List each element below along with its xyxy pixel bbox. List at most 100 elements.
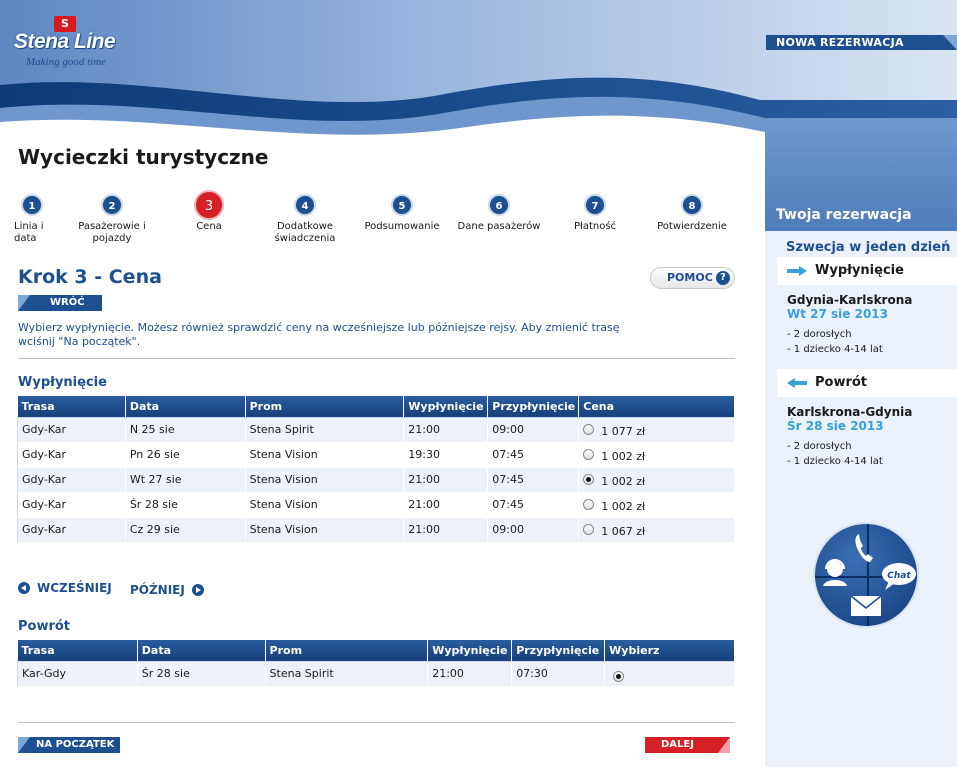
sidebar-return-route: Karlskrona-Gdynia [787,405,913,419]
return-table: Trasa Data Prom Wypłynięcie Przypłynięci… [17,640,735,687]
price-value: 1 002 zł [601,500,646,514]
route-cell: Gdy-Kar [17,517,126,543]
step-label: Linia i data [14,221,44,244]
price-radio[interactable] [583,499,595,511]
price-value: 1 002 zł [601,450,646,464]
table-row[interactable]: Gdy-Kar Pn 26 sie Stena Vision 19:30 07:… [17,442,735,468]
step-number: 2 [101,194,123,216]
column-header: Trasa [17,640,138,661]
page-title: Wycieczki turystyczne [18,145,269,169]
contact-widget[interactable]: Chat [813,522,919,628]
date-cell: Śr 28 sie [137,661,266,687]
step-3: 3 Cena [184,190,234,233]
outbound-table: Trasa Data Prom Wypłynięcie Przypłynięci… [17,396,735,543]
step-number: 1 [21,194,43,216]
later-link[interactable]: PÓŹNIEJ [130,583,204,597]
price-value: 1 002 zł [601,475,646,489]
table-row[interactable]: Gdy-Kar Cz 29 sie Stena Vision 21:00 09:… [17,517,735,543]
logo-tagline: Making good time [26,56,107,68]
sidebar-return-label: Powrót [815,375,868,390]
sidebar-return: Powrót Karlskrona-Gdynia Śr 28 sie 2013 … [777,369,957,469]
ship-cell: Stena Vision [245,442,405,468]
sidebar-return-passengers: - 2 dorosłych - 1 dziecko 4-14 lat [777,439,957,469]
departure-cell: 21:00 [403,492,489,518]
price-radio[interactable] [583,524,595,536]
step-number: 8 [681,194,703,216]
passenger-line: - 1 dziecko 4-14 lat [787,456,883,467]
table-row[interactable]: Kar-Gdy Śr 28 sie Stena Spirit 21:00 07:… [17,661,735,687]
date-cell: Cz 29 sie [125,517,246,543]
sidebar-header: Twoja rezerwacja [765,125,957,231]
return-title: Powrót [18,619,71,634]
passenger-line: - 2 dorosłych [787,441,852,452]
ship-cell: Stena Vision [245,467,405,493]
step-7: 7 Płatność [566,190,624,233]
column-header: Cena [578,396,735,417]
step-2[interactable]: 2 Pasażerowie i pojazdy [72,190,152,245]
help-button[interactable]: POMOC ? [650,267,735,289]
earlier-link[interactable]: WCZEŚNIEJ [18,581,112,595]
arrival-cell: 07:45 [487,467,580,493]
column-header: Wypłynięcie [403,396,489,417]
sidebar-outbound-passengers: - 2 dorosłych - 1 dziecko 4-14 lat [777,327,957,357]
envelope-icon [850,595,882,616]
next-button[interactable]: DALEJ [645,737,730,753]
select-radio-selected[interactable] [613,670,625,682]
intro-text: Wybierz wypłynięcie. Możesz również spra… [18,321,620,348]
arrival-cell: 09:00 [487,417,580,443]
header-banner: S Stena Line Making good time NOWA REZER… [0,0,957,142]
wave-banner [0,0,957,142]
step-label: Płatność [573,221,617,232]
table-row[interactable]: Gdy-Kar N 25 sie Stena Spirit 21:00 09:0… [17,417,735,443]
route-cell: Gdy-Kar [17,442,126,468]
passenger-line: - 2 dorosłych [787,329,852,340]
column-header: Przypłynięcie [487,396,580,417]
step-5: 5 Podsumowanie [360,190,444,233]
table-header-row: Trasa Data Prom Wypłynięcie Przypłynięci… [17,640,735,661]
price-value: 1 077 zł [601,425,646,439]
column-header: Wypłynięcie [427,640,513,661]
step-number: 6 [488,194,510,216]
help-label: POMOC [667,271,713,284]
step-label: Pasażerowie i pojazdy [78,221,146,244]
price-cell: 1 002 zł [578,467,735,493]
sidebar-return-date: Śr 28 sie 2013 [787,419,884,433]
sidebar-outbound-route: Gdynia-Karlskrona [787,293,913,307]
start-over-button[interactable]: NA POCZĄTEK [18,737,120,753]
arrow-left-icon [787,378,807,388]
divider [18,358,735,359]
price-value: 1 067 zł [601,525,646,539]
price-cell: 1 002 zł [578,442,735,468]
reservation-sidebar: Twoja rezerwacja Szwecja w jeden dzień W… [765,125,957,767]
back-button[interactable]: WRÓĆ [18,295,102,311]
table-row[interactable]: Gdy-Kar Wt 27 sie Stena Vision 21:00 07:… [17,467,735,493]
column-header: Wybierz [604,640,735,661]
chat-label: Chat [887,571,911,581]
price-radio-selected[interactable] [583,474,595,486]
select-cell [604,661,735,687]
price-radio[interactable] [583,424,595,436]
step-1[interactable]: 1 Linia i data [14,190,50,245]
departure-cell: 21:00 [427,661,513,687]
step-number: 5 [391,194,413,216]
route-cell: Gdy-Kar [17,417,126,443]
new-reservation-button[interactable]: NOWA REZERWACJA [766,35,957,50]
step-8: 8 Potwierdzenie [652,190,732,233]
step-label: Dane pasażerów [457,221,541,232]
passenger-line: - 1 dziecko 4-14 lat [787,344,883,355]
table-header-row: Trasa Data Prom Wypłynięcie Przypłynięci… [17,396,735,417]
step-number: 3 [194,190,224,220]
table-row[interactable]: Gdy-Kar Śr 28 sie Stena Vision 21:00 07:… [17,492,735,518]
date-cell: N 25 sie [125,417,246,443]
ship-cell: Stena Spirit [265,661,429,687]
step-label: Potwierdzenie [657,221,727,232]
column-header: Trasa [17,396,126,417]
arrival-cell: 07:30 [511,661,606,687]
contact-icons: Chat [815,524,917,626]
departure-cell: 21:00 [403,517,489,543]
route-cell: Gdy-Kar [17,467,126,493]
price-radio[interactable] [583,449,595,461]
ship-cell: Stena Spirit [245,417,405,443]
phone-icon [855,534,873,562]
ship-cell: Stena Vision [245,492,405,518]
